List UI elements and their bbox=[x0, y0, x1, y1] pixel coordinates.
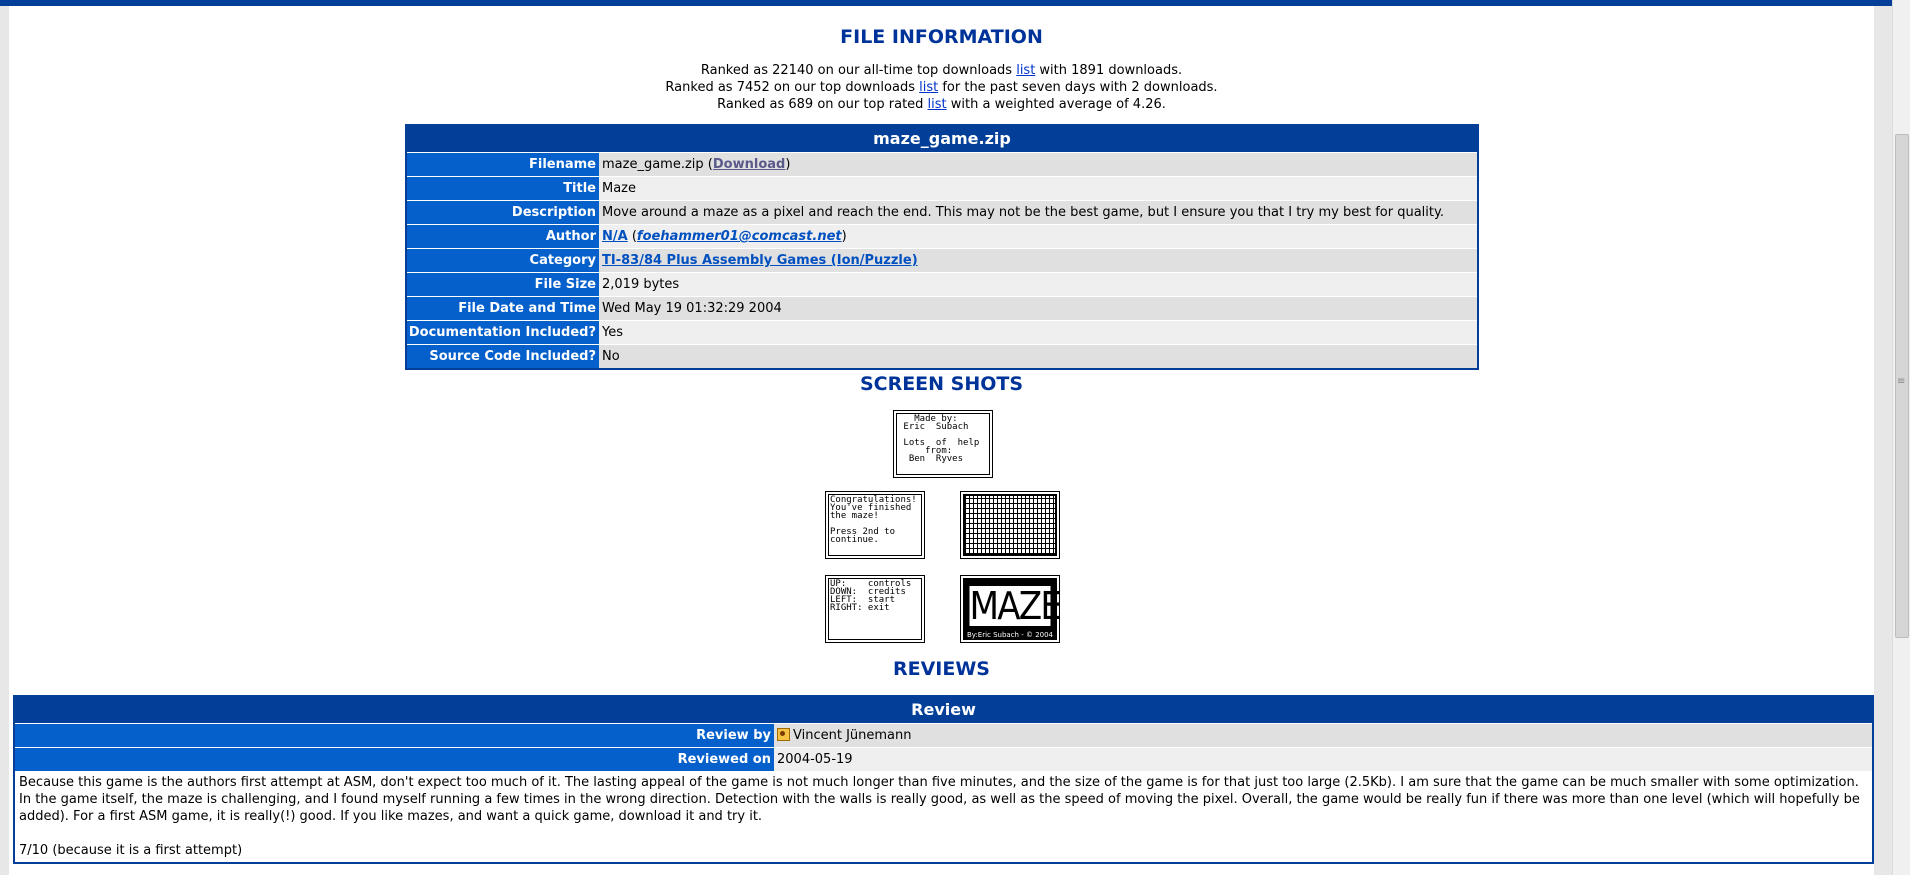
review-caption: Review bbox=[15, 697, 1872, 723]
review-score: 7/10 (because it is a first attempt) bbox=[19, 843, 243, 858]
screenshot-title[interactable]: MAZE By:Eric Subach - © 2004 bbox=[960, 575, 1062, 643]
maze-logo-word: MAZE bbox=[969, 584, 1062, 628]
reviews-heading: REVIEWS bbox=[892, 658, 990, 680]
author-row: Author N/A (foehammer01@comcast.net) bbox=[407, 224, 1477, 248]
rank-line-weekly: Ranked as 7452 on our top downloads list… bbox=[665, 80, 1218, 95]
screenshot-menu[interactable]: UP: controls DOWN: credits LEFT: start R… bbox=[825, 575, 925, 643]
maze-grid-image bbox=[963, 494, 1057, 556]
title-label: Title bbox=[407, 177, 599, 200]
filename-value: maze_game.zip (Download) bbox=[599, 153, 1477, 176]
reviewed-on-value: 2004-05-19 bbox=[774, 748, 1872, 771]
file-date-value: Wed May 19 01:32:29 2004 bbox=[599, 297, 1477, 320]
docs-label: Documentation Included? bbox=[407, 321, 599, 344]
rank-line-rated: Ranked as 689 on our top rated list with… bbox=[717, 97, 1166, 112]
author-value: N/A (foehammer01@comcast.net) bbox=[599, 225, 1477, 248]
file-information-heading: FILE INFORMATION bbox=[840, 26, 1043, 48]
category-value: TI-83/84 Plus Assembly Games (Ion/Puzzle… bbox=[599, 249, 1477, 272]
review-text: Because this game is the authors first a… bbox=[19, 775, 1860, 824]
review-by-row: Review by Vincent Jünemann bbox=[15, 723, 1872, 747]
file-size-value: 2,019 bytes bbox=[599, 273, 1477, 296]
reviewed-on-row: Reviewed on 2004-05-19 bbox=[15, 747, 1872, 771]
source-row: Source Code Included? No bbox=[407, 344, 1477, 368]
rank-line-alltime: Ranked as 22140 on our all-time top down… bbox=[700, 63, 1183, 78]
rated-list-link[interactable]: list bbox=[928, 97, 947, 112]
weekly-list-link[interactable]: list bbox=[919, 80, 938, 95]
file-size-label: File Size bbox=[407, 273, 599, 296]
file-date-row: File Date and Time Wed May 19 01:32:29 2… bbox=[407, 296, 1477, 320]
title-row: Title Maze bbox=[407, 176, 1477, 200]
file-date-label: File Date and Time bbox=[407, 297, 599, 320]
category-link[interactable]: TI-83/84 Plus Assembly Games (Ion/Puzzle… bbox=[602, 253, 918, 268]
maze-logo-subtitle: By:Eric Subach - © 2004 bbox=[966, 631, 1054, 639]
category-row: Category TI-83/84 Plus Assembly Games (I… bbox=[407, 248, 1477, 272]
screenshot-credits[interactable]: Made by: Eric Subach Lots of help from: … bbox=[893, 410, 993, 478]
author-name-link[interactable]: N/A bbox=[602, 229, 628, 244]
left-frame bbox=[0, 0, 9, 875]
download-link[interactable]: Download bbox=[713, 157, 785, 172]
reviewer-name: Vincent Jünemann bbox=[793, 728, 912, 743]
user-icon[interactable] bbox=[777, 728, 790, 741]
title-value: Maze bbox=[599, 177, 1477, 200]
filename-label: Filename bbox=[407, 153, 599, 176]
reviewer-value: Vincent Jünemann bbox=[774, 724, 1872, 747]
maze-logo-image: MAZE By:Eric Subach - © 2004 bbox=[963, 578, 1062, 640]
description-row: Description Move around a maze as a pixe… bbox=[407, 200, 1477, 224]
review-body: Because this game is the authors first a… bbox=[15, 771, 1872, 862]
description-value: Move around a maze as a pixel and reach … bbox=[599, 201, 1477, 224]
page-content: FILE INFORMATION Ranked as 22140 on our … bbox=[9, 6, 1874, 875]
category-label: Category bbox=[407, 249, 599, 272]
screenshots-heading: SCREEN SHOTS bbox=[859, 373, 1024, 395]
menu-screen-text: UP: controls DOWN: credits LEFT: start R… bbox=[828, 578, 922, 640]
review-table: Review Review by Vincent Jünemann Review… bbox=[13, 695, 1874, 864]
filename-row: Filename maze_game.zip (Download) bbox=[407, 152, 1477, 176]
file-size-row: File Size 2,019 bytes bbox=[407, 272, 1477, 296]
author-email-link[interactable]: foehammer01@comcast.net bbox=[637, 229, 842, 244]
credits-screen-text: Made by: Eric Subach Lots of help from: … bbox=[896, 413, 990, 475]
file-info-caption: maze_game.zip bbox=[407, 126, 1477, 152]
alltime-list-link[interactable]: list bbox=[1016, 63, 1035, 78]
source-label: Source Code Included? bbox=[407, 345, 599, 368]
scrollbar-grip-icon: ≡ bbox=[1897, 376, 1906, 387]
review-by-label: Review by bbox=[15, 724, 774, 747]
reviewed-on-label: Reviewed on bbox=[15, 748, 774, 771]
author-label: Author bbox=[407, 225, 599, 248]
screenshot-congratulations[interactable]: Congratulations! You've finished the maz… bbox=[825, 491, 925, 559]
congrats-screen-text: Congratulations! You've finished the maz… bbox=[828, 494, 922, 556]
screenshot-maze[interactable] bbox=[960, 491, 1060, 559]
right-frame bbox=[1874, 0, 1892, 875]
description-label: Description bbox=[407, 201, 599, 224]
source-value: No bbox=[599, 345, 1477, 368]
docs-value: Yes bbox=[599, 321, 1477, 344]
file-info-table: maze_game.zip Filename maze_game.zip (Do… bbox=[405, 124, 1479, 370]
docs-row: Documentation Included? Yes bbox=[407, 320, 1477, 344]
